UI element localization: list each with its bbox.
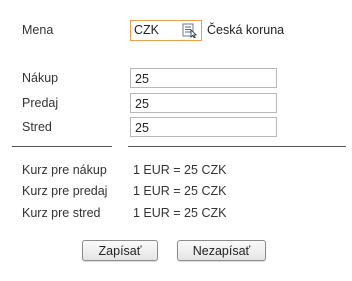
summary-buy-value: 1 EUR = 25 CZK — [133, 163, 227, 177]
buy-label: Nákup — [22, 71, 59, 85]
summary-sell-value: 1 EUR = 25 CZK — [133, 184, 227, 198]
currency-code-field[interactable]: CZK — [130, 20, 202, 41]
list-lookup-icon[interactable] — [182, 23, 198, 39]
divider-right — [128, 146, 346, 147]
cancel-button[interactable]: Nezapísať — [177, 240, 266, 261]
sell-rate-input[interactable] — [130, 93, 277, 113]
divider-left — [12, 146, 112, 147]
mid-rate-input[interactable] — [130, 117, 277, 137]
currency-label: Mena — [22, 23, 54, 37]
summary-mid-label: Kurz pre stred — [22, 206, 101, 220]
summary-buy-label: Kurz pre nákup — [22, 163, 107, 177]
currency-code-value: CZK — [134, 23, 159, 37]
buy-rate-input[interactable] — [130, 68, 277, 88]
mid-label: Stred — [22, 120, 52, 134]
currency-name: Česká koruna — [207, 23, 285, 37]
summary-mid-value: 1 EUR = 25 CZK — [133, 206, 227, 220]
sell-label: Predaj — [22, 96, 59, 110]
save-button[interactable]: Zapísať — [82, 240, 158, 261]
summary-sell-label: Kurz pre predaj — [22, 184, 108, 198]
